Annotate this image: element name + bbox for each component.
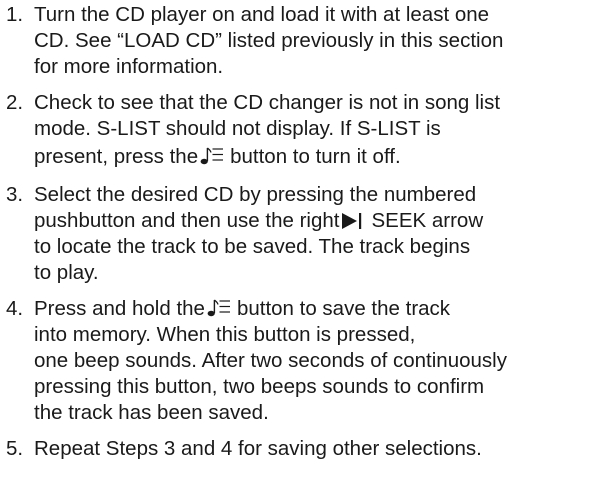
step-line: the track has been saved. [34,401,269,424]
step-line: to play. [34,261,99,284]
manual-page: 1. Turn the CD player on and load it wit… [0,0,604,493]
step-line: Repeat Steps 3 and 4 for saving other se… [34,437,482,460]
step-text-fragment: SEEK arrow [371,209,484,232]
step-text-fragment: Press and hold the [34,297,205,320]
step-text: Repeat Steps 3 and 4 for saving other se… [30,436,602,462]
step-4: 4. Press and hold the button to save the … [6,296,602,426]
step-number: 1. [6,3,24,26]
step-line: present, press the button to turn it off. [34,142,602,172]
step-text: Turn the CD player on and load it with a… [30,2,602,80]
step-number: 4. [6,297,24,320]
step-5: 5. Repeat Steps 3 and 4 for saving other… [6,436,602,462]
step-2: 2. Check to see that the CD changer is n… [6,90,602,172]
step-line: pressing this button, two beeps sounds t… [34,375,485,398]
step-text: Select the desired CD by pressing the nu… [30,182,602,286]
step-line: pushbutton and then use the right SEEK ar… [34,208,602,234]
step-text-fragment: button to save the track [236,297,451,320]
step-line: Press and hold the button to save the tra… [34,296,602,322]
step-3: 3. Select the desired CD by pressing the… [6,182,602,286]
step-text: Press and hold the button to save the tra… [30,296,602,426]
step-line: mode. S-LIST should not display. If S-LI… [34,117,441,140]
step-number: 5. [6,437,24,460]
step-text-fragment: present, press the [34,145,199,168]
step-line: Select the desired CD by pressing the nu… [34,183,477,206]
step-number: 2. [6,91,24,114]
step-1: 1. Turn the CD player on and load it wit… [6,2,602,80]
song-list-icon [200,146,224,166]
song-list-icon [207,298,231,318]
step-number: 3. [6,183,24,206]
step-line: CD. See “LOAD CD” listed previously in t… [34,29,504,52]
step-text-fragment: button to turn it off. [230,145,401,168]
step-line: one beep sounds. After two seconds of co… [34,349,507,372]
step-line: to locate the track to be saved. The tra… [34,235,471,258]
step-text-fragment: pushbutton and then use the right [34,209,340,232]
step-line: for more information. [34,55,224,78]
step-text: Check to see that the CD changer is not … [30,90,602,172]
step-line: into memory. When this button is pressed… [34,323,416,346]
instruction-steps: 1. Turn the CD player on and load it wit… [6,2,602,462]
seek-right-icon [341,212,363,230]
step-line: Turn the CD player on and load it with a… [34,3,490,26]
step-line: Check to see that the CD changer is not … [34,91,501,114]
